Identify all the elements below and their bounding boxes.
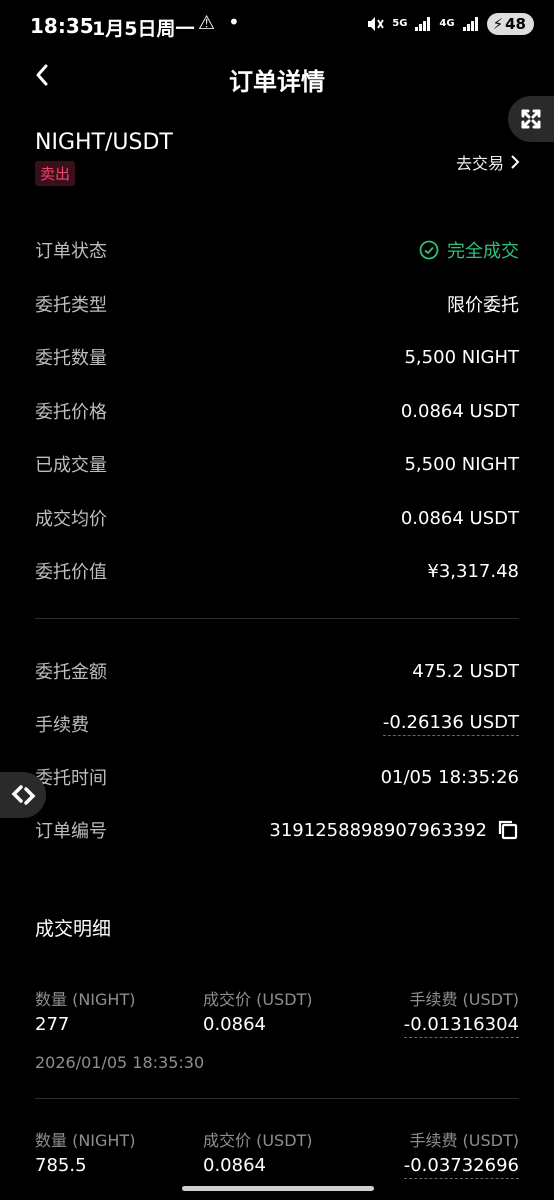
fill-item: 数量 (NIGHT) 成交价 (USDT) 手续费 (USDT) 785.5 0… (35, 1127, 519, 1179)
notification-dot-icon: • (228, 10, 240, 34)
fill-header: 数量 (NIGHT) 成交价 (USDT) 手续费 (USDT) (35, 1127, 519, 1151)
row-label: 委托类型 (35, 295, 107, 316)
row-filled-quantity: 已成交量 5,500 NIGHT (35, 449, 519, 479)
row-label: 手续费 (35, 715, 89, 736)
row-order-status: 订单状态 完全成交 (35, 235, 519, 265)
expand-icon (521, 109, 541, 129)
status-value: 完全成交 (419, 237, 519, 263)
fill-values: 277 0.0864 -0.01316304 (35, 1014, 519, 1038)
fill-values: 785.5 0.0864 -0.03732696 (35, 1155, 519, 1179)
row-order-value: 委托价值 ¥3,317.48 (35, 556, 519, 586)
qty-header: 数量 (NIGHT) (35, 990, 136, 1009)
fill-time: 2026/01/05 18:35:30 (35, 1053, 205, 1072)
status-text: 完全成交 (447, 241, 519, 262)
row-label: 委托数量 (35, 348, 107, 369)
net-5g-label: 5G (392, 18, 408, 29)
row-value: 5,500 NIGHT (404, 453, 519, 475)
page-title: 订单详情 (229, 68, 325, 96)
row-label: 已成交量 (35, 455, 107, 476)
row-order-time: 委托时间 01/05 18:35:26 (35, 762, 519, 792)
row-value: 0.0864 USDT (400, 400, 519, 422)
fill-price: 0.0864 (203, 1014, 266, 1035)
fill-price: 0.0864 (203, 1155, 266, 1176)
row-value: 01/05 18:35:26 (380, 766, 519, 788)
top-bar: 订单详情 (0, 56, 554, 100)
row-label: 订单状态 (35, 241, 107, 262)
row-value: 0.0864 USDT (400, 507, 519, 529)
chevron-right-icon (511, 155, 520, 169)
row-label: 委托金额 (35, 662, 107, 683)
row-label: 委托价值 (35, 562, 107, 583)
status-time: 18:35 (30, 14, 94, 38)
row-value: 5,500 NIGHT (404, 346, 519, 368)
row-value: ¥3,317.48 (427, 560, 519, 582)
goto-trade-label: 去交易 (455, 154, 504, 173)
fill-qty: 277 (35, 1014, 70, 1035)
qty-header: 数量 (NIGHT) (35, 1131, 136, 1150)
status-bar: 18:35 1月5日周一 ⚠ • 5G 4G ⚡ 48 (0, 0, 554, 56)
signal-icon (415, 17, 431, 31)
row-order-type: 委托类型 限价委托 (35, 289, 519, 319)
fill-details-title: 成交明细 (35, 918, 112, 940)
fee-header: 手续费 (USDT) (409, 990, 519, 1009)
battery-indicator: ⚡ 48 (486, 13, 534, 35)
fill-qty: 785.5 (35, 1155, 87, 1176)
copy-icon[interactable] (497, 819, 519, 841)
fill-fee[interactable]: -0.01316304 (403, 1014, 519, 1038)
order-id-value: 3191258898907963392 (269, 819, 487, 841)
price-header: 成交价 (USDT) (203, 990, 313, 1009)
signal-icon-2 (462, 17, 478, 31)
trading-pair: NIGHT/USDT (35, 130, 173, 155)
check-circle-icon (419, 240, 439, 260)
side-badge: 卖出 (35, 161, 76, 186)
row-value: 475.2 USDT (412, 660, 519, 682)
row-label: 订单编号 (35, 821, 107, 842)
mute-icon (368, 17, 384, 31)
divider (35, 1098, 519, 1099)
warning-icon: ⚠ (198, 12, 216, 34)
row-average-price: 成交均价 0.0864 USDT (35, 503, 519, 533)
row-order-id: 订单编号 3191258898907963392 (35, 815, 519, 845)
row-label: 成交均价 (35, 509, 107, 530)
price-header: 成交价 (USDT) (203, 1131, 313, 1150)
home-indicator[interactable] (182, 1186, 374, 1191)
battery-level: 48 (505, 15, 526, 33)
fee-value[interactable]: -0.26136 USDT (382, 712, 519, 736)
fill-header: 数量 (NIGHT) 成交价 (USDT) 手续费 (USDT) (35, 986, 519, 1010)
side-handle[interactable] (0, 772, 46, 818)
fill-item: 数量 (NIGHT) 成交价 (USDT) 手续费 (USDT) 277 0.0… (35, 986, 519, 1072)
status-date: 1月5日周一 (92, 18, 195, 40)
fee-header: 手续费 (USDT) (409, 1131, 519, 1150)
fullscreen-float-button[interactable] (508, 96, 554, 142)
goto-trade-link[interactable]: 去交易 (456, 150, 520, 174)
row-fee[interactable]: 手续费 -0.26136 USDT (35, 709, 519, 739)
order-id-group: 3191258898907963392 (269, 819, 519, 841)
row-label: 委托时间 (35, 768, 107, 789)
row-order-amount: 委托金额 475.2 USDT (35, 656, 519, 686)
status-icons: 5G 4G ⚡ 48 (366, 13, 534, 35)
row-label: 委托价格 (35, 402, 107, 423)
row-value: 限价委托 (447, 295, 519, 316)
net-4g-label: 4G (439, 18, 455, 29)
fill-fee[interactable]: -0.03732696 (403, 1155, 519, 1179)
divider (35, 618, 519, 619)
row-order-price: 委托价格 0.0864 USDT (35, 396, 519, 426)
swap-arrows-icon (11, 785, 36, 805)
charging-icon: ⚡ (492, 15, 504, 33)
row-order-quantity: 委托数量 5,500 NIGHT (35, 342, 519, 372)
